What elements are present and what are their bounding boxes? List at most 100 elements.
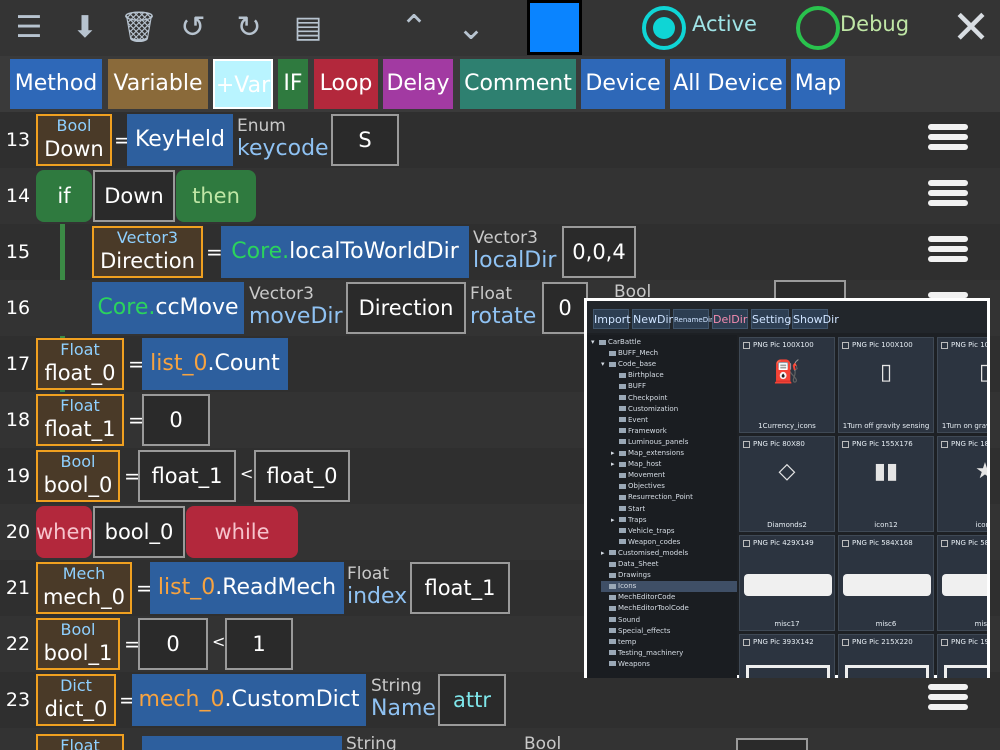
method-block[interactable]: list_0.ReadMech: [150, 562, 344, 614]
folder-item[interactable]: ▸ Customised_models: [601, 548, 688, 559]
asset-checkbox[interactable]: [842, 341, 849, 349]
folder-item[interactable]: Birthplace: [611, 370, 664, 381]
folder-item[interactable]: Event: [611, 415, 648, 426]
value-box[interactable]: float_0: [254, 450, 350, 502]
then-block[interactable]: then: [176, 170, 256, 222]
asset-card[interactable]: PNG Pic 393X142: [739, 634, 835, 678]
category-all-device-button[interactable]: All Device: [670, 59, 786, 109]
folder-item[interactable]: Resurrection_Point: [611, 492, 693, 503]
asset-browser-panel[interactable]: Import NewDir RenameDir DelDir Setting S…: [584, 298, 990, 678]
asset-card[interactable]: PNG Pic 215X220: [838, 634, 934, 678]
folder-item[interactable]: ▾ CarBattle: [591, 337, 641, 348]
folder-item[interactable]: BUFF: [611, 381, 646, 392]
method-block[interactable]: [142, 736, 342, 750]
asset-checkbox[interactable]: [842, 638, 849, 646]
variable-box[interactable]: Bool Down: [36, 114, 112, 166]
new-dir-button[interactable]: NewDir: [632, 309, 673, 329]
expand-arrow-icon[interactable]: ▾: [591, 337, 599, 348]
redo-icon[interactable]: ↻: [228, 6, 270, 50]
code-row-24[interactable]: Float String Bool: [0, 728, 1000, 750]
show-dir-button[interactable]: ShowDir: [792, 309, 839, 329]
category-variable-button[interactable]: Variable: [108, 59, 208, 109]
row-menu-icon[interactable]: [928, 680, 968, 720]
value-box[interactable]: float_1: [410, 562, 510, 614]
value-box[interactable]: 0,0,4: [562, 226, 636, 278]
asset-card[interactable]: PNG Pic 80X80 ◇ Diamonds2: [739, 436, 835, 532]
folder-item[interactable]: Data_Sheet: [601, 559, 658, 570]
asset-checkbox[interactable]: [743, 341, 750, 349]
variable-box[interactable]: Vector3 Direction: [92, 226, 203, 278]
method-block[interactable]: Core.localToWorldDir: [221, 226, 469, 278]
method-block[interactable]: list_0.Count: [142, 338, 288, 390]
value-box[interactable]: Direction: [346, 282, 466, 334]
move-down-icon[interactable]: ⌄: [450, 6, 492, 50]
method-block[interactable]: mech_0.CustomDict: [132, 674, 366, 726]
asset-card[interactable]: PNG Pic 184X171 ★ icon1: [937, 436, 987, 532]
code-row-15[interactable]: 15 Vector3 Direction = Core.localToWorld…: [0, 224, 1000, 280]
setting-button[interactable]: Setting: [751, 309, 791, 329]
category-comment-button[interactable]: Comment: [460, 59, 576, 109]
value-box[interactable]: 0: [542, 282, 588, 334]
folder-tree[interactable]: ▾ CarBattle BUFF_Mech ▾ Code_base Birthplace B…: [587, 335, 737, 678]
if-block[interactable]: if: [36, 170, 92, 222]
asset-card[interactable]: PNG Pic 584X168 misc6: [838, 535, 934, 631]
document-stack-icon[interactable]: ▤: [282, 6, 334, 50]
asset-card[interactable]: PNG Pic 155X176 ▮▮ icon12: [838, 436, 934, 532]
trash-icon[interactable]: 🗑: [118, 6, 160, 50]
value-box[interactable]: 0: [138, 618, 208, 670]
category-map-button[interactable]: Map: [791, 59, 845, 109]
undo-icon[interactable]: ↺: [172, 6, 214, 50]
value-box[interactable]: 1: [225, 618, 293, 670]
delete-dir-button[interactable]: DelDir: [712, 309, 748, 329]
asset-checkbox[interactable]: [842, 440, 849, 448]
method-block[interactable]: Core.ccMove: [92, 282, 244, 334]
asset-card[interactable]: PNG Pic 100X100 ▯ 1Turn on gravity sensing: [937, 337, 987, 433]
condition-box[interactable]: Down: [93, 170, 175, 222]
folder-item[interactable]: Weapon_codes: [611, 537, 680, 548]
folder-item[interactable]: Testing_machinery: [601, 648, 683, 659]
category-add-var-button[interactable]: +Var: [213, 59, 273, 109]
while-block[interactable]: while: [186, 506, 298, 558]
folder-item[interactable]: temp: [601, 637, 636, 648]
folder-item[interactable]: Framework: [611, 426, 667, 437]
folder-item[interactable]: Weapons: [601, 659, 650, 670]
folder-item[interactable]: BUFF_Mech: [601, 348, 658, 359]
asset-checkbox[interactable]: [941, 440, 948, 448]
category-loop-button[interactable]: Loop: [314, 59, 378, 109]
variable-box[interactable]: Float: [36, 734, 124, 750]
asset-grid[interactable]: PNG Pic 100X100 ⛽ 1Currency_icons PNG Pic 1…: [737, 335, 987, 678]
active-toggle-icon[interactable]: [642, 6, 686, 50]
folder-item[interactable]: Special_effects: [601, 626, 670, 637]
expand-arrow-icon[interactable]: ▾: [601, 359, 609, 370]
color-swatch-button[interactable]: [527, 0, 582, 55]
folder-item[interactable]: Checkpoint: [611, 393, 667, 404]
code-row-23[interactable]: 23 Dict dict_0 = mech_0.CustomDict Strin…: [0, 672, 1000, 728]
asset-checkbox[interactable]: [743, 440, 750, 448]
asset-card[interactable]: PNG Pic 100X100 ⛽ 1Currency_icons: [739, 337, 835, 433]
category-delay-button[interactable]: Delay: [383, 59, 453, 109]
folder-item[interactable]: MechEditorToolCode: [601, 603, 689, 614]
folder-item[interactable]: Movement: [611, 470, 665, 481]
asset-checkbox[interactable]: [743, 638, 750, 646]
asset-checkbox[interactable]: [941, 341, 948, 349]
value-box[interactable]: 0: [142, 394, 210, 446]
method-block[interactable]: KeyHeld: [127, 114, 233, 166]
folder-item[interactable]: Icons: [601, 581, 737, 593]
value-box[interactable]: [774, 280, 846, 300]
folder-item[interactable]: Drawings: [601, 570, 651, 581]
folder-item[interactable]: ▸ Map_host: [611, 459, 661, 470]
folder-item[interactable]: MechEditorCode: [601, 592, 675, 603]
debug-toggle-icon[interactable]: [796, 6, 840, 50]
value-box[interactable]: [736, 738, 808, 750]
expand-arrow-icon[interactable]: ▸: [611, 459, 619, 470]
asset-card[interactable]: PNG Pic 429X149 misc17: [739, 535, 835, 631]
category-device-button[interactable]: Device: [581, 59, 665, 109]
variable-box[interactable]: Mech mech_0: [36, 562, 132, 614]
folder-item[interactable]: ▸ Map_extensions: [611, 448, 684, 459]
value-box[interactable]: S: [331, 114, 399, 166]
category-method-button[interactable]: Method: [10, 59, 102, 109]
expand-arrow-icon[interactable]: ▸: [611, 515, 619, 526]
expand-arrow-icon[interactable]: ▸: [601, 548, 609, 559]
asset-card[interactable]: PNG Pic 100X100 ▯ 1Turn off gravity sensin…: [838, 337, 934, 433]
folder-item[interactable]: Luminous_panels: [611, 437, 688, 448]
